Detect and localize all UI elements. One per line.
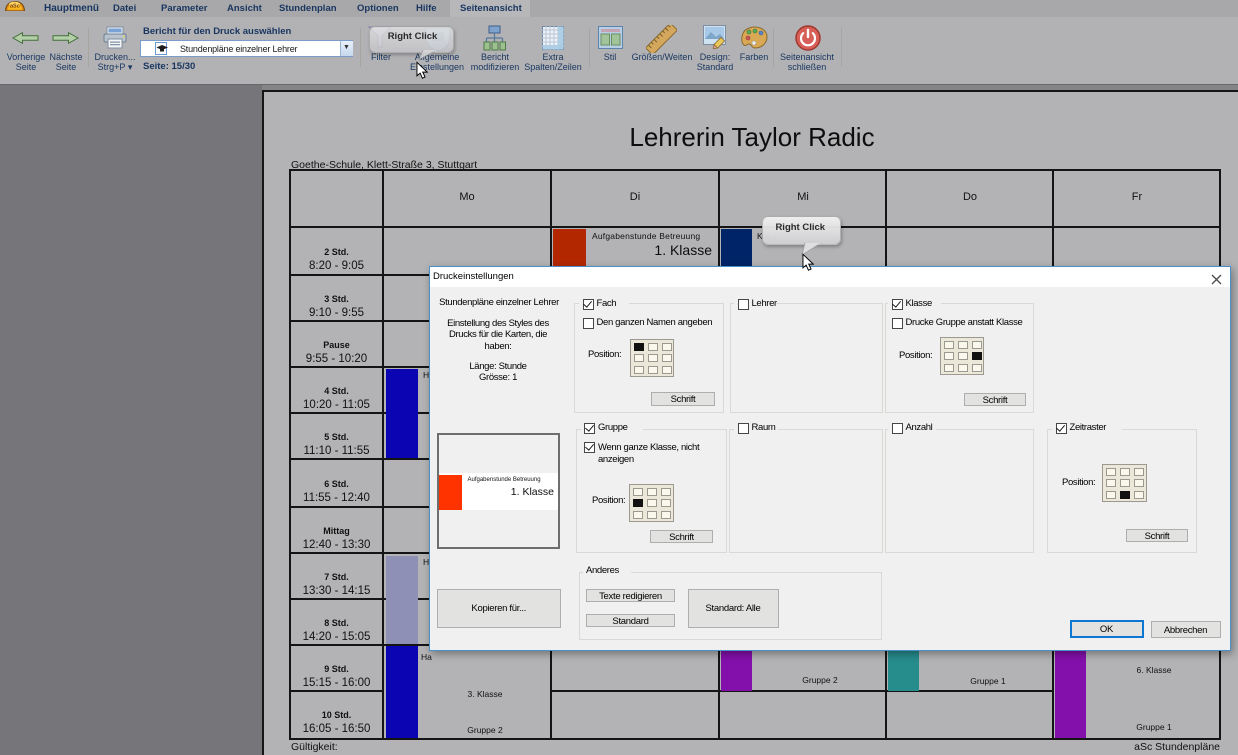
svg-text:aSc: aSc — [10, 4, 20, 10]
